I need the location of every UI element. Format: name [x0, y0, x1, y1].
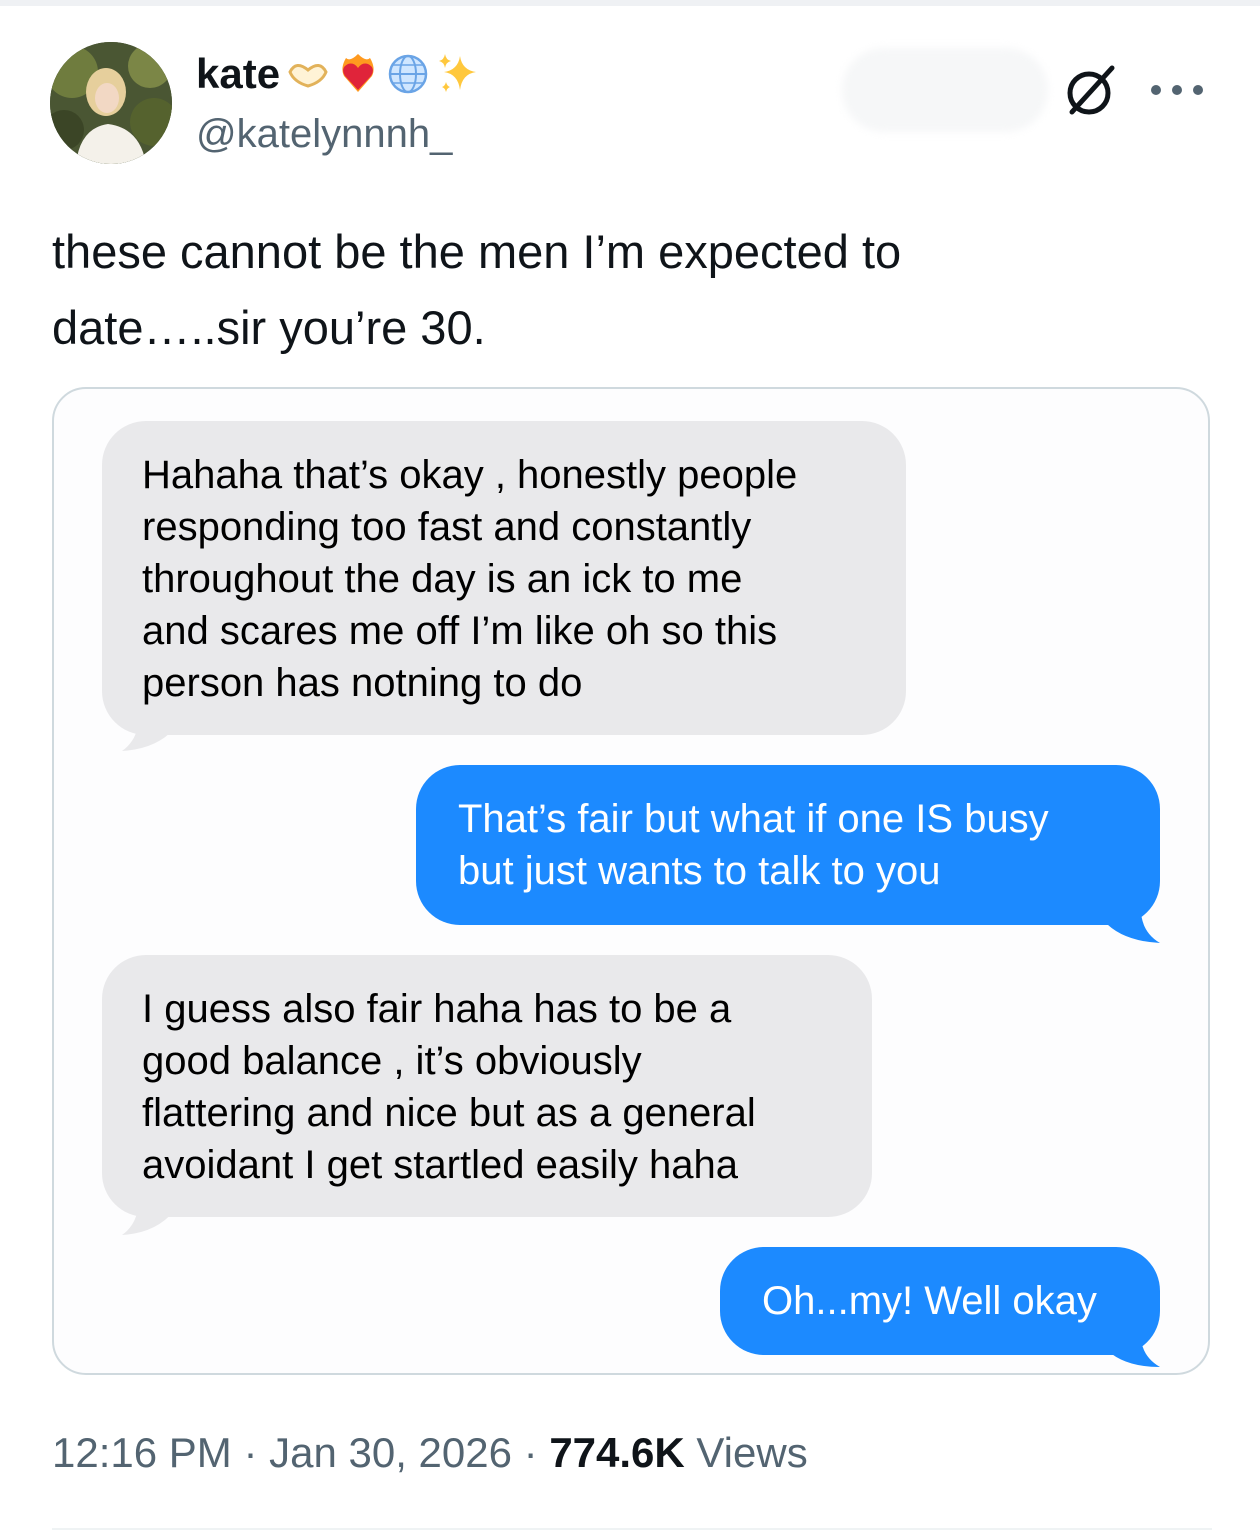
globe-emoji — [388, 54, 428, 94]
meta-separator: · — [511, 1429, 550, 1476]
sparkles-emoji — [439, 54, 477, 92]
top-divider — [0, 0, 1260, 6]
avatar-image — [50, 42, 172, 164]
meta-separator: · — [231, 1429, 270, 1476]
views-count: 774.6K — [549, 1429, 685, 1476]
tweet-text-line: these cannot be the men I’m expected to — [52, 225, 902, 278]
follow-button[interactable] — [842, 48, 1048, 132]
message-text-line: That’s fair but what if one IS busy — [458, 797, 1049, 841]
message-text-line: I guess also fair haha has to be a — [142, 987, 732, 1031]
message-text-line: person has notning to do — [142, 661, 583, 705]
message-text-line: throughout the day is an ick to me — [142, 557, 743, 601]
bubble-tail-received — [122, 707, 174, 751]
tweet-time[interactable]: 12:16 PM — [52, 1429, 232, 1476]
heart-on-fire-emoji — [342, 54, 374, 92]
bottom-divider — [52, 1528, 1212, 1530]
message-text-line: Hahaha that’s okay , honestly people — [142, 453, 798, 497]
tweet-date[interactable]: Jan 30, 2026 — [269, 1429, 512, 1476]
message-text-line: avoidant I get startled easily haha — [142, 1143, 738, 1187]
avatar[interactable] — [50, 42, 172, 164]
author-name-row[interactable]: kate — [196, 46, 480, 102]
message-bubble-received: I guess also fair haha has to be a good … — [102, 955, 872, 1217]
bubble-tail-received — [122, 1189, 174, 1235]
message-text-line: Oh...my! Well okay — [762, 1279, 1097, 1323]
heart-hands-emoji — [288, 64, 328, 88]
cropped-conversation-timestamp: ▔▔▔▔ ▔ ▔▔▔▔ — [548, 387, 740, 401]
more-icon[interactable] — [1146, 80, 1208, 100]
grok-icon[interactable] — [1062, 62, 1120, 120]
author-name[interactable]: kate — [196, 46, 280, 102]
message-text-line: good balance , it’s obviously — [142, 1039, 642, 1083]
bubble-tail-sent — [1104, 895, 1160, 943]
message-text-line: flattering and nice but as a general — [142, 1091, 756, 1135]
tweet-media-image[interactable]: ▔▔▔▔ ▔ ▔▔▔▔ Hahaha that’s okay , honestl… — [52, 387, 1210, 1375]
message-bubble-received: Hahaha that’s okay , honestly people res… — [102, 421, 906, 735]
bubble-tail-sent — [1104, 1323, 1160, 1367]
message-text-line: and scares me off I’m like oh so this — [142, 609, 778, 653]
views-label: Views — [684, 1429, 808, 1476]
message-text-line: but just wants to talk to you — [458, 849, 941, 893]
tweet-metadata: 12:16 PM · Jan 30, 2026 · 774.6K Views — [52, 1424, 808, 1482]
tweet-text-line: date…..sir you’re 30. — [52, 301, 486, 354]
author-handle[interactable]: @katelynnnh_ — [196, 108, 452, 160]
message-bubble-sent: That’s fair but what if one IS busy but … — [416, 765, 1160, 925]
message-text-line: responding too fast and constantly — [142, 505, 752, 549]
message-bubble-sent: Oh...my! Well okay — [720, 1247, 1160, 1355]
tweet-text: these cannot be the men I’m expected to … — [52, 214, 1202, 366]
